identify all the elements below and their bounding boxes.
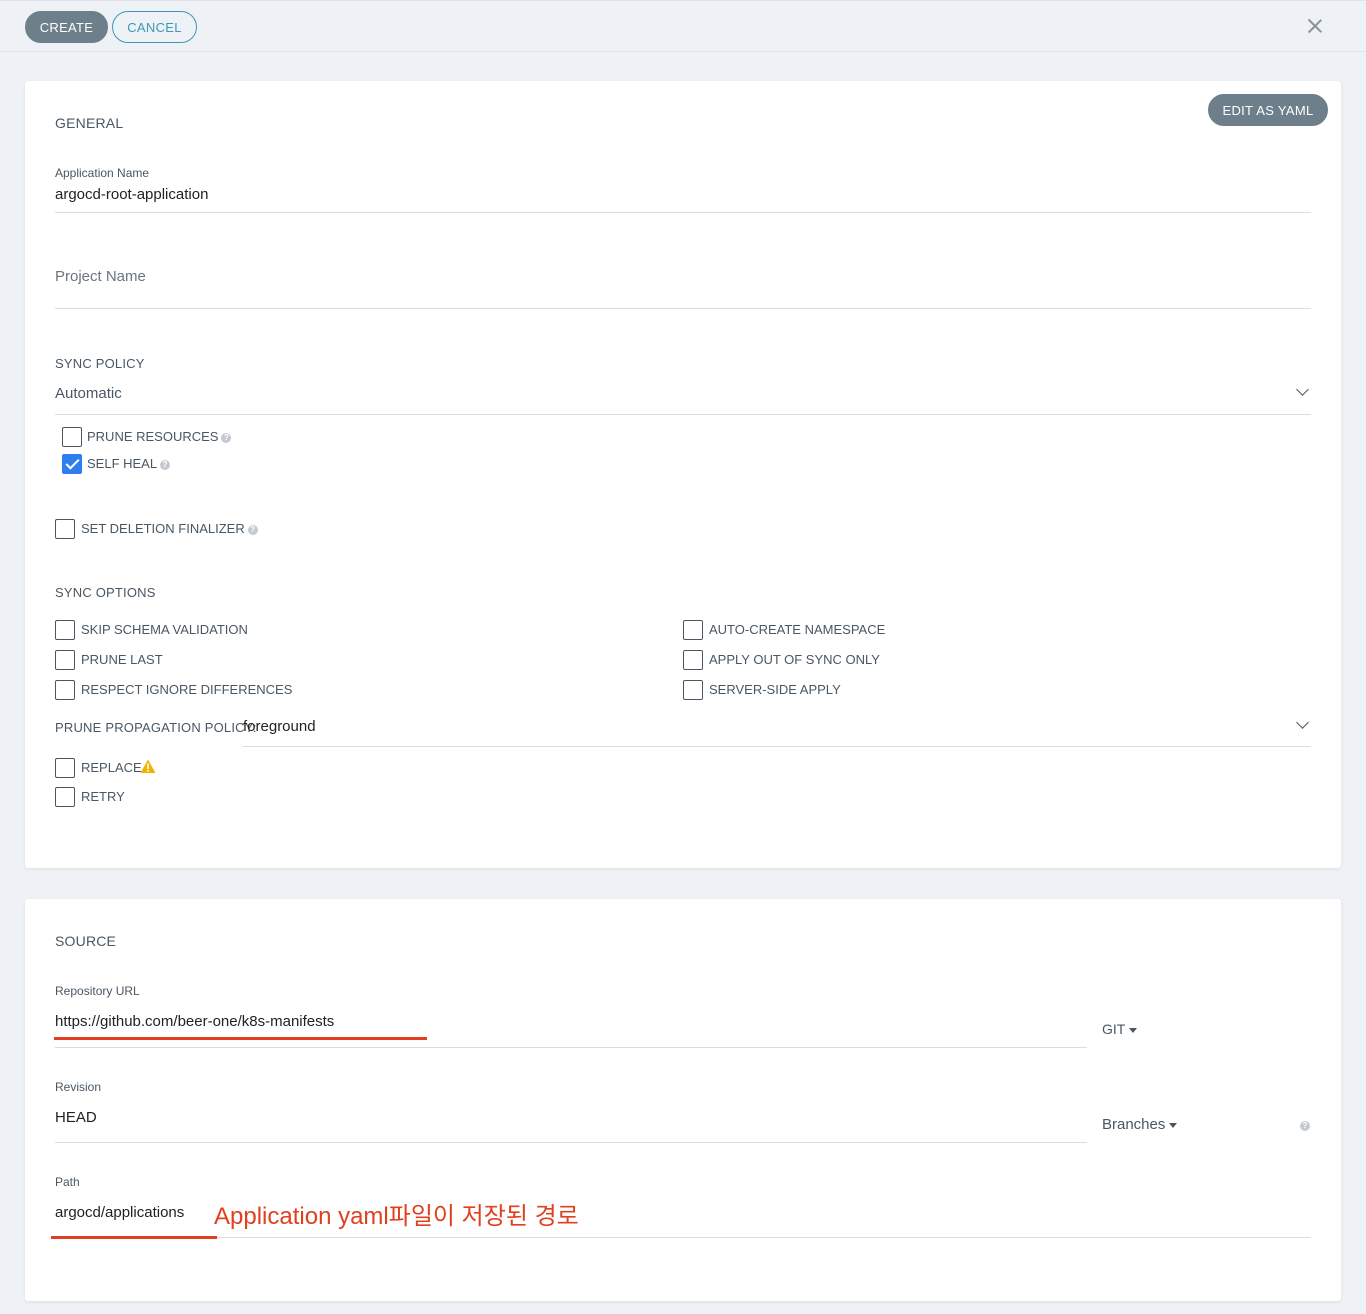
edit-as-yaml-button[interactable]: EDIT AS YAML (1208, 94, 1328, 126)
sync-policy-select[interactable]: Automatic (55, 385, 122, 402)
set-deletion-finalizer-checkbox[interactable] (55, 519, 75, 539)
respect-ignore-differences-checkbox[interactable] (55, 680, 75, 700)
sync-policy-label: SYNC POLICY (55, 356, 145, 371)
skip-schema-validation-checkbox[interactable] (55, 620, 75, 640)
retry-checkbox[interactable] (55, 787, 75, 807)
general-card: EDIT AS YAML GENERAL Application Name ar… (25, 81, 1341, 868)
respect-ignore-differences-label: RESPECT IGNORE DIFFERENCES (81, 682, 293, 697)
self-heal-checkbox[interactable] (62, 454, 82, 474)
repository-url-label: Repository URL (55, 984, 140, 998)
help-icon[interactable]: ? (247, 524, 258, 535)
prune-resources-label: PRUNE RESOURCES? (87, 429, 232, 444)
warning-icon (140, 759, 156, 773)
sync-policy-underline (55, 414, 1311, 415)
auto-create-namespace-checkbox[interactable] (683, 620, 703, 640)
repository-url-input[interactable]: https://github.com/beer-one/k8s-manifest… (55, 1013, 334, 1030)
prune-propagation-label: PRUNE PROPAGATION POLICY: (55, 720, 257, 735)
prune-last-label: PRUNE LAST (81, 652, 163, 667)
close-icon[interactable] (1305, 16, 1325, 36)
project-name-underline (55, 308, 1311, 309)
replace-checkbox[interactable] (55, 758, 75, 778)
cancel-button[interactable]: CANCEL (112, 11, 197, 43)
project-name-input[interactable]: Project Name (55, 268, 146, 285)
apply-out-of-sync-only-checkbox[interactable] (683, 650, 703, 670)
create-button[interactable]: CREATE (25, 11, 108, 43)
self-heal-label: SELF HEAL? (87, 456, 171, 471)
path-underline (215, 1237, 1311, 1238)
path-label: Path (55, 1175, 80, 1189)
revision-help[interactable]: ? (1300, 1117, 1310, 1135)
help-icon[interactable]: ? (160, 459, 171, 470)
skip-schema-validation-label: SKIP SCHEMA VALIDATION (81, 622, 248, 637)
prune-propagation-underline (243, 746, 1311, 747)
chevron-down-icon[interactable] (1296, 716, 1309, 729)
retry-label: RETRY (81, 789, 125, 804)
caret-down-icon (1129, 1027, 1138, 1033)
prune-propagation-select[interactable]: foreground (243, 718, 316, 735)
sync-options-label: SYNC OPTIONS (55, 585, 156, 600)
replace-label: REPLACE (81, 760, 142, 775)
revision-input[interactable]: HEAD (55, 1109, 97, 1126)
source-section-title: SOURCE (55, 933, 117, 949)
help-icon[interactable]: ? (1300, 1120, 1310, 1131)
top-toolbar: CREATE CANCEL (0, 0, 1366, 52)
caret-down-icon (1169, 1122, 1178, 1128)
set-deletion-finalizer-label: SET DELETION FINALIZER? (81, 521, 258, 536)
help-icon[interactable]: ? (221, 432, 232, 443)
annotation-underline (51, 1236, 217, 1239)
source-card: SOURCE Repository URL https://github.com… (25, 899, 1341, 1301)
auto-create-namespace-label: AUTO-CREATE NAMESPACE (709, 622, 886, 637)
server-side-apply-label: SERVER-SIDE APPLY (709, 682, 841, 697)
prune-last-checkbox[interactable] (55, 650, 75, 670)
revision-underline (55, 1142, 1087, 1143)
application-name-label: Application Name (55, 166, 150, 180)
server-side-apply-checkbox[interactable] (683, 680, 703, 700)
repository-url-underline (55, 1047, 1087, 1048)
repo-type-dropdown[interactable]: GIT (1102, 1021, 1138, 1037)
prune-resources-checkbox[interactable] (62, 427, 82, 447)
application-name-underline (55, 212, 1311, 213)
application-name-input[interactable]: argocd-root-application (55, 186, 208, 203)
revision-type-dropdown[interactable]: Branches (1102, 1116, 1178, 1133)
apply-out-of-sync-only-label: APPLY OUT OF SYNC ONLY (709, 652, 880, 667)
path-input[interactable]: argocd/applications (55, 1204, 184, 1221)
annotation-underline (54, 1037, 427, 1040)
chevron-down-icon[interactable] (1296, 383, 1309, 396)
general-section-title: GENERAL (55, 115, 124, 131)
revision-label: Revision (55, 1080, 102, 1094)
path-annotation: Application yaml파일이 저장된 경로 (214, 1203, 579, 1230)
